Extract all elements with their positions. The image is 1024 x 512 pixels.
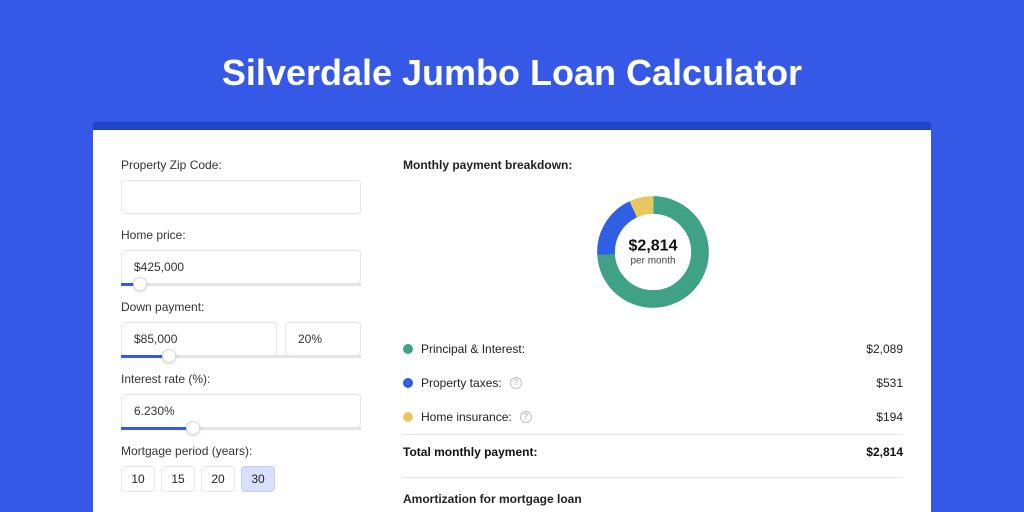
rate-slider[interactable] [121, 427, 361, 430]
rate-input[interactable] [121, 394, 361, 428]
row-total-label: Total monthly payment: [403, 445, 537, 459]
page-title: Silverdale Jumbo Loan Calculator [0, 0, 1024, 122]
rate-slider-thumb[interactable] [186, 421, 200, 435]
price-label: Home price: [121, 228, 383, 242]
price-slider[interactable] [121, 283, 361, 286]
row-pi-label: Principal & Interest: [421, 342, 525, 356]
period-btn-10[interactable]: 10 [121, 466, 155, 492]
info-icon[interactable]: ? [520, 411, 532, 423]
donut-chart-wrap: $2,814 per month [403, 186, 903, 332]
amortization-section: Amortization for mortgage loan Amortizat… [403, 477, 903, 512]
period-btn-30[interactable]: 30 [241, 466, 275, 492]
dot-yellow-icon [403, 412, 413, 422]
row-total: Total monthly payment: $2,814 [403, 434, 903, 469]
row-tax-label: Property taxes: [421, 376, 502, 390]
period-label: Mortgage period (years): [121, 444, 383, 458]
row-home-insurance: Home insurance: ? $194 [403, 400, 903, 434]
info-icon[interactable]: ? [510, 377, 522, 389]
price-slider-thumb[interactable] [133, 277, 147, 291]
breakdown-title: Monthly payment breakdown: [403, 158, 903, 172]
inputs-column: Property Zip Code: Home price: Down paym… [93, 130, 383, 512]
row-property-taxes: Property taxes: ? $531 [403, 366, 903, 400]
period-field: Mortgage period (years): 10 15 20 30 [121, 444, 383, 492]
down-slider-thumb[interactable] [162, 349, 176, 363]
down-percent-input[interactable] [285, 322, 361, 356]
row-total-value: $2,814 [866, 445, 903, 459]
panel-shadow: Property Zip Code: Home price: Down paym… [93, 122, 931, 512]
down-field: Down payment: [121, 300, 383, 358]
period-btn-15[interactable]: 15 [161, 466, 195, 492]
row-pi-value: $2,089 [866, 342, 903, 356]
period-btn-20[interactable]: 20 [201, 466, 235, 492]
dot-green-icon [403, 344, 413, 354]
rate-field: Interest rate (%): [121, 372, 383, 430]
calculator-panel: Property Zip Code: Home price: Down paym… [93, 130, 931, 512]
donut-sub: per month [629, 256, 678, 267]
price-input[interactable] [121, 250, 361, 284]
zip-label: Property Zip Code: [121, 158, 383, 172]
price-field: Home price: [121, 228, 383, 286]
down-slider[interactable] [121, 355, 361, 358]
row-ins-label: Home insurance: [421, 410, 512, 424]
donut-chart: $2,814 per month [591, 190, 715, 314]
amortization-title: Amortization for mortgage loan [403, 492, 903, 506]
row-tax-value: $531 [876, 376, 903, 390]
row-ins-value: $194 [876, 410, 903, 424]
rate-label: Interest rate (%): [121, 372, 383, 386]
down-amount-input[interactable] [121, 322, 277, 356]
donut-amount: $2,814 [629, 238, 678, 256]
breakdown-column: Monthly payment breakdown: $2,814 per mo… [383, 130, 931, 512]
row-principal-interest: Principal & Interest: $2,089 [403, 332, 903, 366]
dot-blue-icon [403, 378, 413, 388]
down-label: Down payment: [121, 300, 383, 314]
zip-field: Property Zip Code: [121, 158, 383, 214]
donut-center: $2,814 per month [629, 238, 678, 267]
zip-input[interactable] [121, 180, 361, 214]
